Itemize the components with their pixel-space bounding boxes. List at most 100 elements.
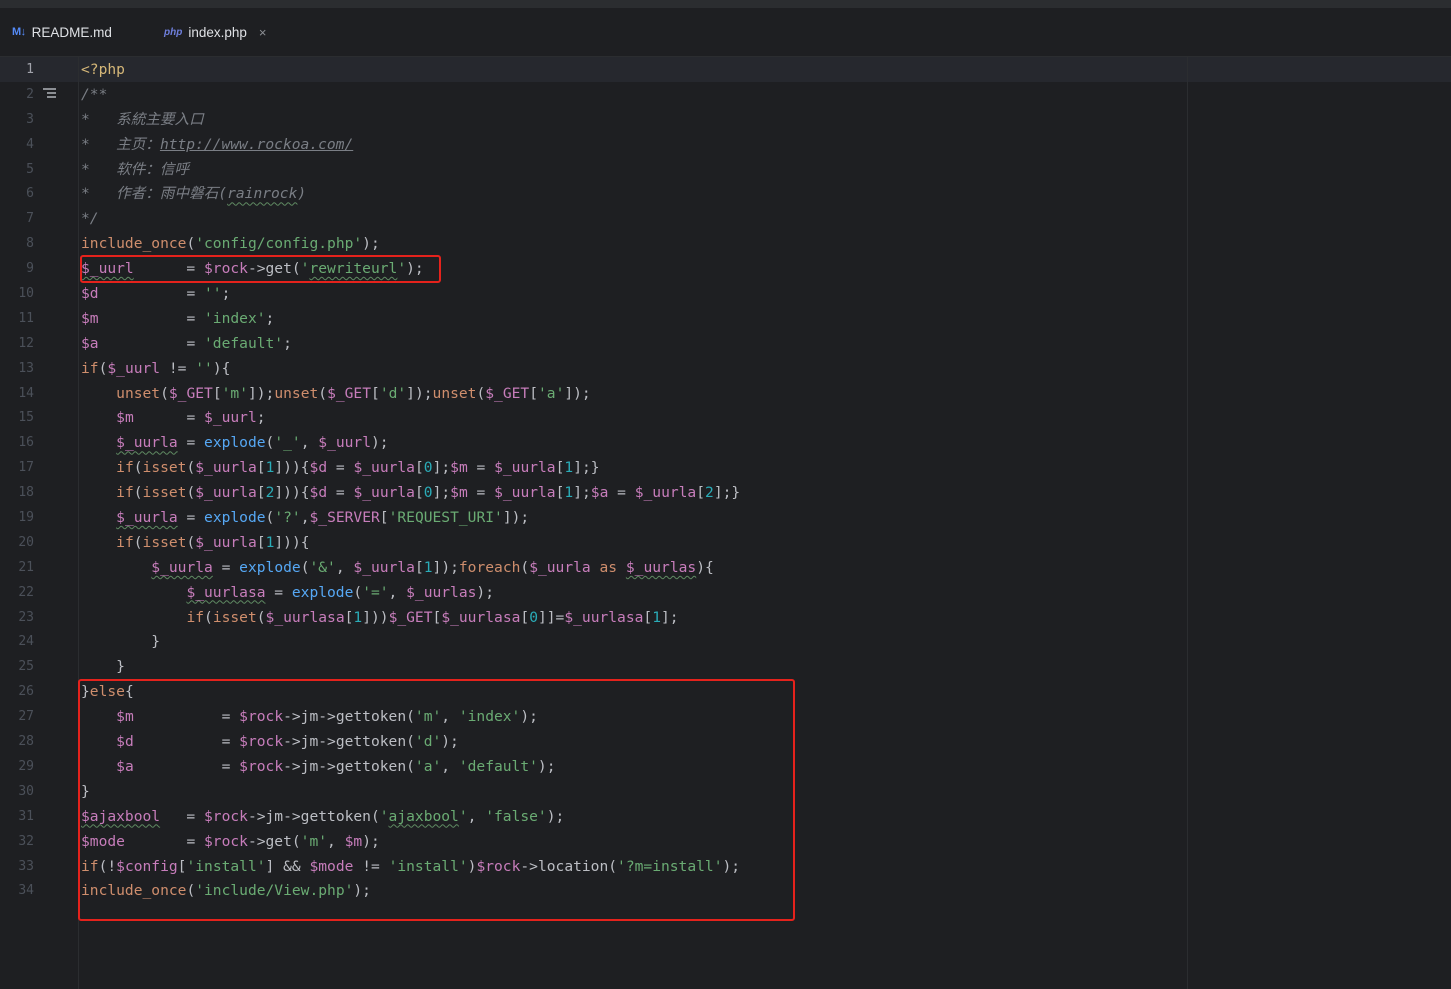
- code-token: (: [186, 882, 196, 900]
- line-number: 32: [18, 833, 34, 849]
- code-text: $_uurlasa = explode('=', $_uurlas);: [81, 583, 494, 602]
- code-token: ]);: [247, 384, 275, 402]
- code-token: isset: [142, 459, 187, 477]
- code-token: =: [133, 409, 205, 427]
- line-number: 26: [18, 684, 34, 700]
- code-token: $_uurla: [353, 484, 415, 502]
- code-token: =: [98, 309, 205, 327]
- code-token: $m: [450, 484, 468, 502]
- code-text: * 作者：雨中磐石(rainrock): [81, 184, 306, 203]
- code-token: =: [327, 459, 354, 477]
- tab-index-php[interactable]: php index.php ×: [164, 8, 266, 56]
- code-token: * 系統主要入口: [81, 110, 204, 128]
- line-number: 27: [18, 709, 34, 725]
- code-token: * 主页：: [81, 135, 160, 153]
- code-token: $m: [81, 309, 99, 327]
- code-token: $_uurlasa: [441, 608, 521, 626]
- code-token: ,: [441, 757, 459, 775]
- code-token: $rock: [476, 857, 521, 875]
- code-token: $_uurlas: [625, 558, 697, 576]
- code-token: [: [371, 384, 380, 402]
- code-token: ];: [432, 484, 451, 502]
- code-token: =: [608, 484, 635, 502]
- code-token: $_uurla: [353, 558, 415, 576]
- code-token: 0: [529, 608, 538, 626]
- close-icon[interactable]: ×: [259, 25, 267, 40]
- code-token: if: [116, 533, 134, 551]
- code-token: ,: [300, 509, 310, 527]
- doc-comment-fold-icon[interactable]: [43, 87, 56, 100]
- code-token: ->jm->gettoken(: [283, 708, 415, 726]
- code-text: }: [81, 657, 125, 676]
- code-token: ;: [221, 285, 231, 303]
- code-token: ];}: [573, 459, 600, 477]
- code-token: ): [297, 185, 307, 203]
- line-number: 34: [18, 883, 34, 899]
- code-token: 'd': [414, 733, 442, 751]
- code-token: ]);: [502, 509, 530, 527]
- code-token: $rock: [204, 832, 248, 850]
- code-token: [: [212, 384, 222, 402]
- code-text: */: [81, 209, 99, 228]
- code-token: unset: [116, 384, 161, 402]
- code-token: [: [256, 484, 266, 502]
- code-token: $_uurlas: [406, 583, 477, 601]
- code-token: $_uurlasa: [564, 608, 644, 626]
- code-token: [: [520, 608, 530, 626]
- code-token: [: [529, 384, 538, 402]
- code-token: [: [643, 608, 653, 626]
- code-token: }: [81, 782, 90, 800]
- code-text: }else{: [81, 682, 134, 701]
- code-token: 'false': [485, 807, 547, 825]
- code-text: if(!$config['install'] && $mode != 'inst…: [81, 857, 740, 876]
- code-token: $rock: [239, 708, 284, 726]
- code-token: http://www.rockoa.com/: [159, 135, 354, 153]
- code-token: isset: [142, 533, 187, 551]
- code-token: 0: [423, 459, 433, 477]
- code-token: );: [362, 832, 380, 850]
- code-text: unset($_GET['m']);unset($_GET['d']);unse…: [81, 384, 591, 403]
- code-token: 1: [423, 558, 433, 576]
- code-token: ;: [283, 334, 292, 352]
- line-number: 30: [18, 783, 34, 799]
- code-token: ->get(: [247, 260, 301, 278]
- tab-readme[interactable]: M↓ README.md: [12, 8, 112, 56]
- line-number: 28: [18, 734, 34, 750]
- code-token: );: [362, 235, 380, 253]
- code-token: ])): [362, 608, 389, 626]
- code-text: $a = $rock->jm->gettoken('a', 'default')…: [81, 757, 555, 776]
- code-token: foreach: [458, 558, 521, 576]
- code-token: 'index': [204, 309, 266, 327]
- code-token: =: [133, 708, 240, 726]
- code-token: * 软件：信呼: [81, 160, 190, 178]
- code-token: $_uurla: [353, 459, 415, 477]
- code-token: 'm': [221, 384, 248, 402]
- code-text: include_once('config/config.php');: [81, 234, 380, 253]
- code-token: $rock: [204, 807, 248, 825]
- code-token: );: [520, 708, 538, 726]
- code-text: $d = $rock->jm->gettoken('d');: [81, 732, 459, 751]
- code-token: $ajaxbool: [81, 807, 161, 825]
- code-token: rewriteurl: [309, 260, 398, 278]
- code-token: unset: [432, 384, 477, 402]
- code-token: (: [318, 384, 328, 402]
- code-token: }: [81, 683, 90, 701]
- code-token: ': [458, 807, 468, 825]
- code-text: if(isset($_uurla[1])){$d = $_uurla[0];$m…: [81, 458, 600, 477]
- code-text: $_uurl = $rock->get('rewriteurl');: [81, 259, 424, 278]
- code-token: /**: [81, 85, 108, 103]
- code-token: 1: [652, 608, 662, 626]
- code-token: ->jm->gettoken(: [247, 807, 380, 825]
- code-token: $_uurl: [107, 359, 161, 377]
- code-token: explode: [239, 558, 301, 576]
- code-editor[interactable]: 1 <?php 2 /** 3 * 系統主要入口 4 * 主页：http://www.rock…: [0, 57, 1451, 989]
- code-token: (: [353, 583, 363, 601]
- code-token: $_SERVER: [309, 509, 380, 527]
- code-token: ,: [388, 583, 407, 601]
- code-token: =: [177, 509, 205, 527]
- tab-label: index.php: [188, 24, 247, 40]
- code-text: $_uurla = explode('_', $_uurl);: [81, 433, 388, 452]
